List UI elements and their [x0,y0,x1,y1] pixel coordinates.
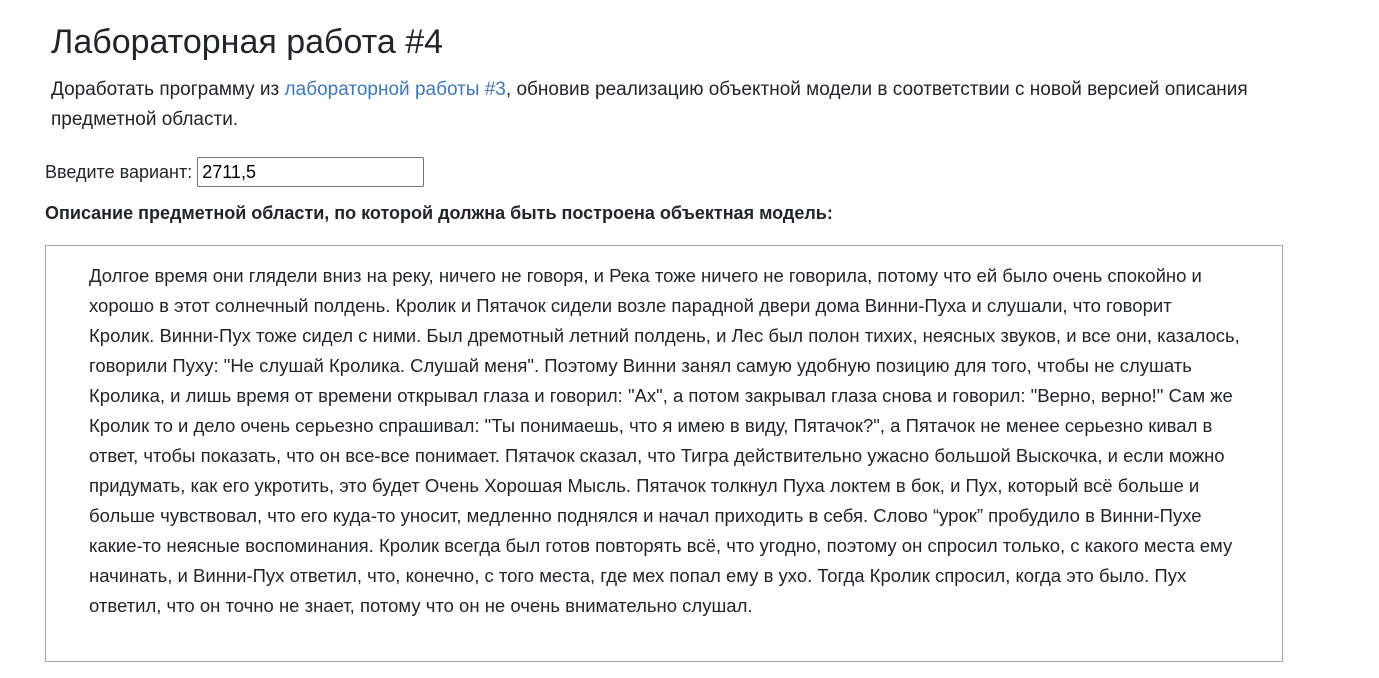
page-title: Лабораторная работа #4 [51,23,444,61]
variant-input[interactable] [197,157,425,187]
description-text: Долгое время они глядели вниз на реку, н… [89,265,1240,616]
lab3-link[interactable]: лабораторной работы #3 [285,79,506,100]
intro-text-start: Доработать программу из [51,79,285,100]
variant-label: Введите вариант: [45,161,193,182]
subject-heading: Описание предметной области, по которой … [45,203,833,223]
description-box: Долгое время они глядели вниз на реку, н… [45,245,1283,662]
intro-paragraph: Доработать программу из лабораторной раб… [51,75,1251,135]
variant-form: Введите вариант: [45,154,425,190]
